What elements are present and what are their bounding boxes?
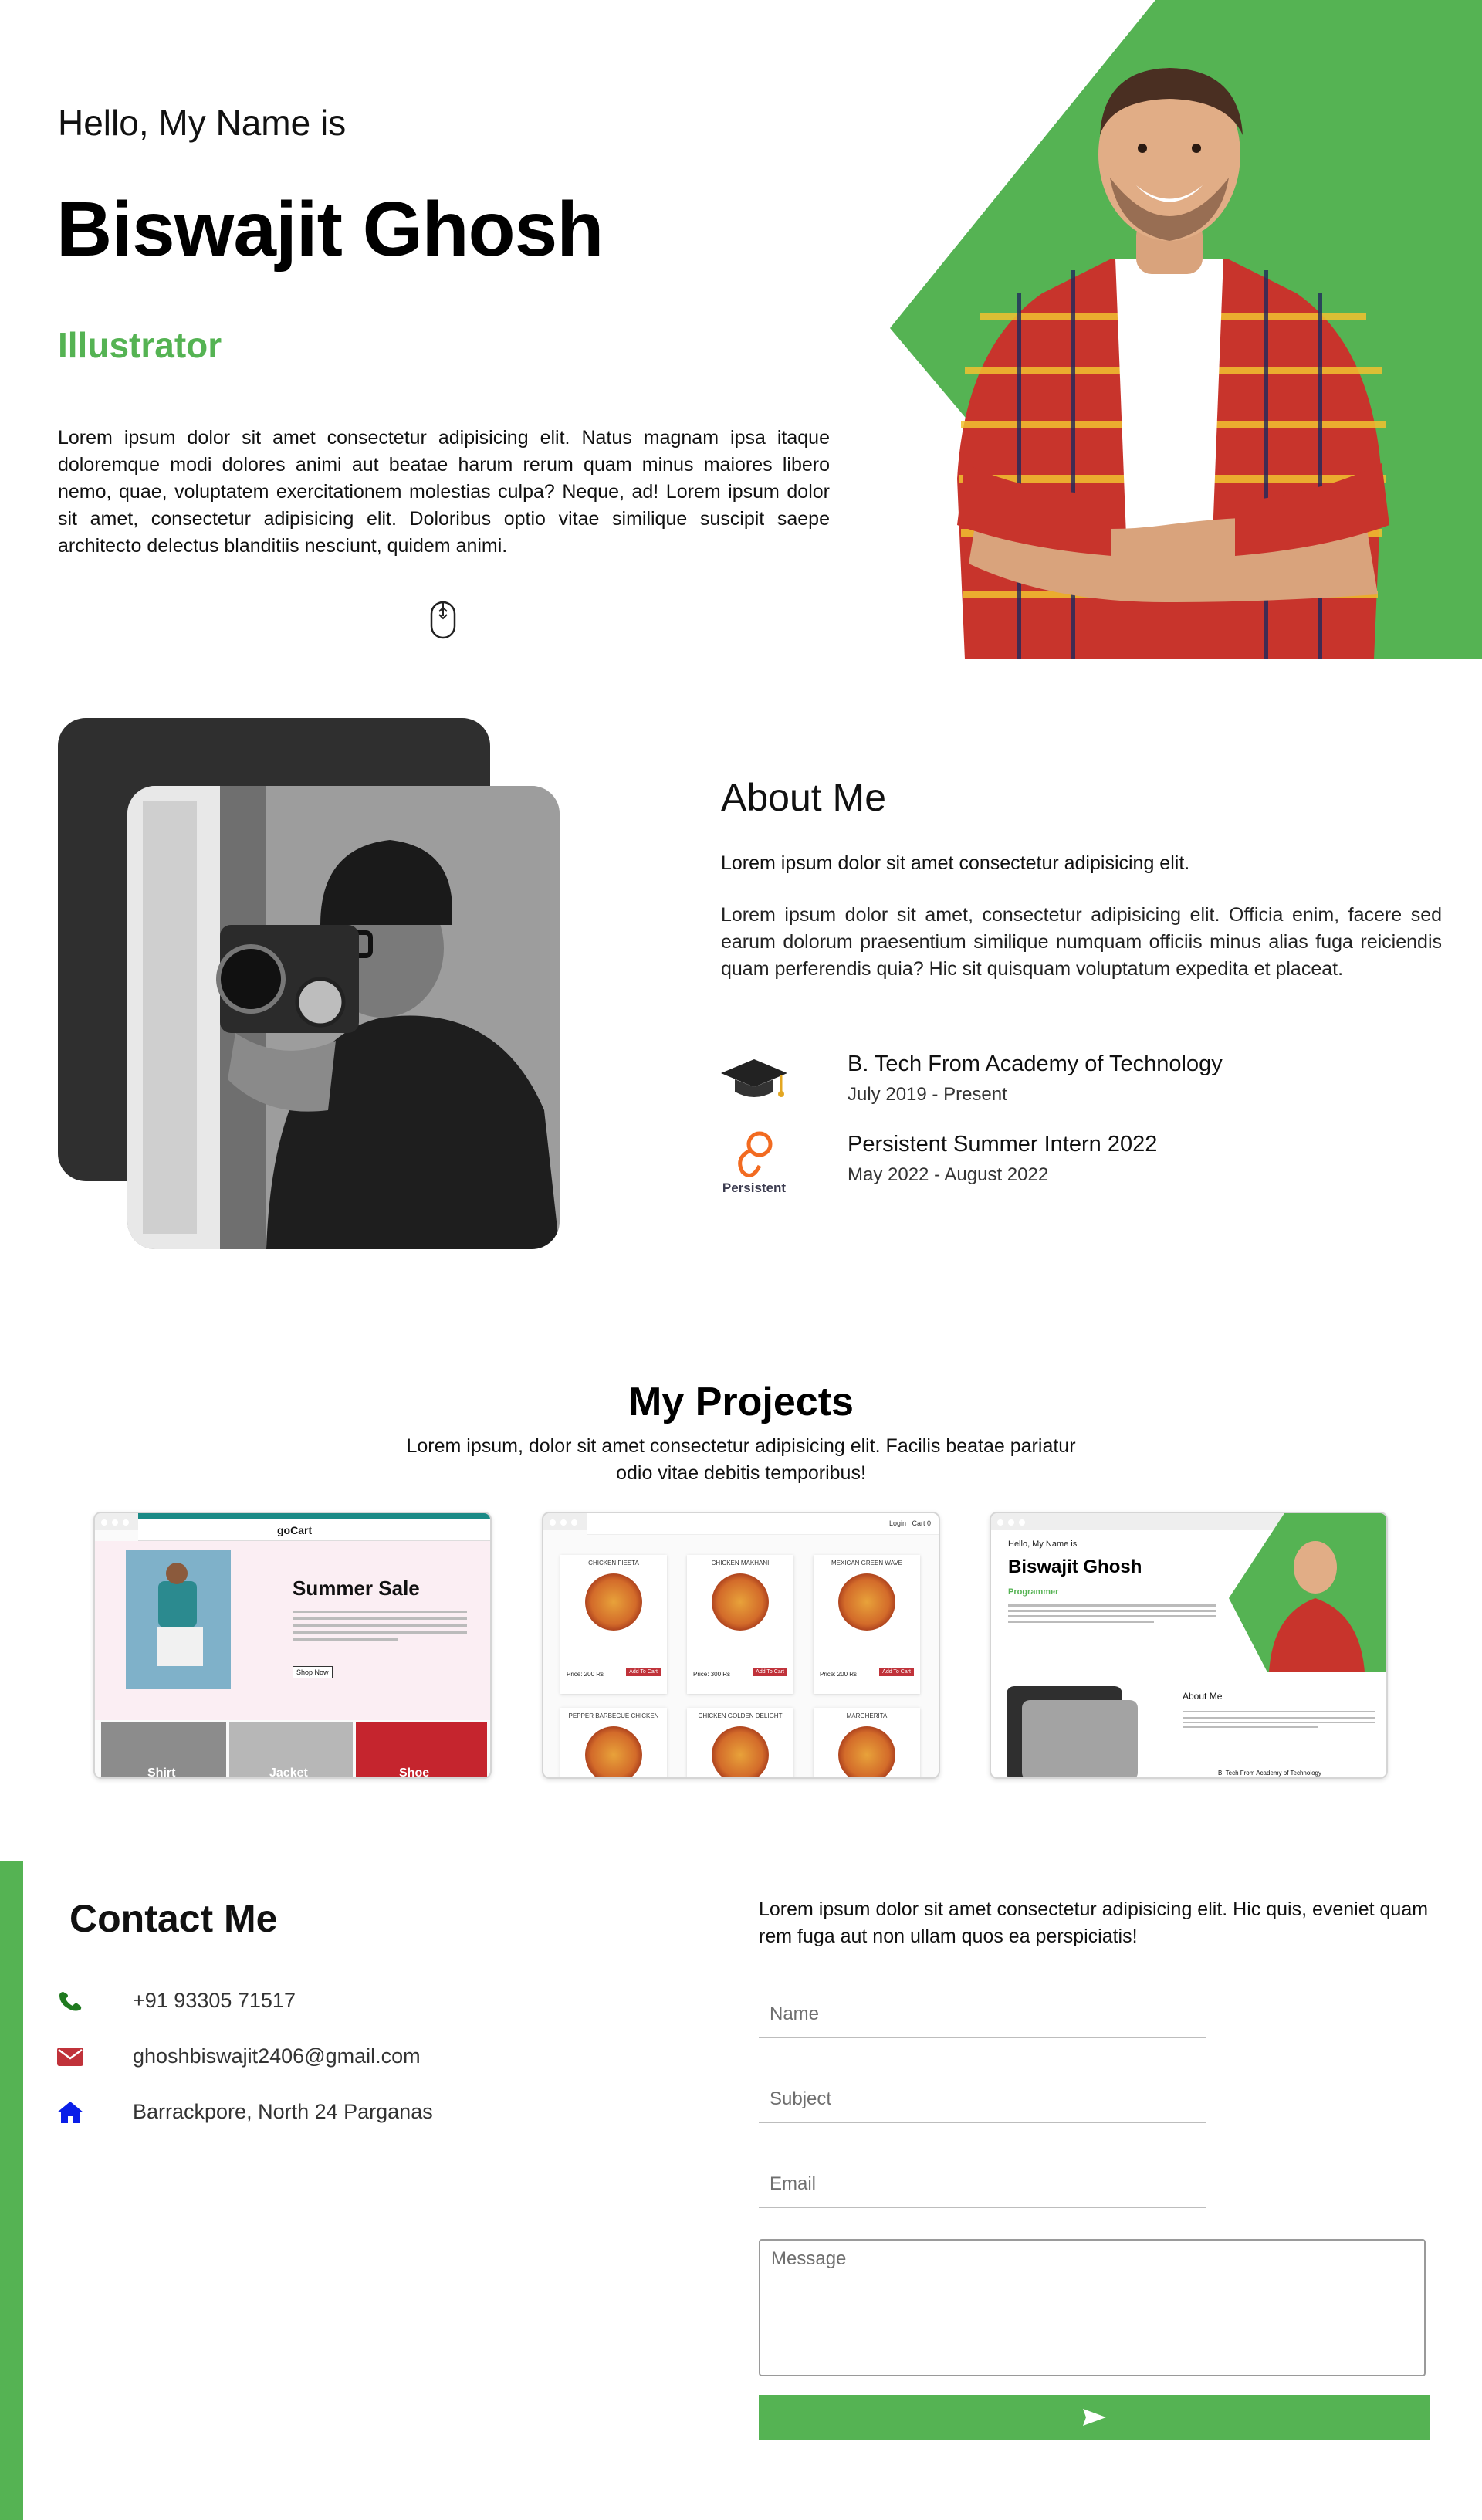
send-button[interactable] [759,2395,1430,2440]
project-card-portfolio[interactable]: Hello, My Name is Biswajit Ghosh Program… [990,1512,1388,1779]
pizza-price: Price: 300 Rs [693,1671,731,1678]
work-date: May 2022 - August 2022 [848,1164,1049,1185]
mouse-scroll-icon[interactable] [429,601,457,639]
persistent-logo-text: Persistent [722,1180,787,1195]
subject-input[interactable] [759,2077,1206,2123]
add-to-cart-button[interactable]: Add To Cart [626,1668,661,1676]
persistent-logo-icon: Persistent [722,1131,787,1195]
hero-section: Hello, My Name is Biswajit Ghosh Illustr… [0,0,1482,659]
about-text: Lorem ipsum dolor sit amet, consectetur … [721,904,1442,980]
projects-subtitle: Lorem ipsum, dolor sit amet consectetur … [406,1435,1076,1484]
add-to-cart-button[interactable]: Add To Cart [879,1668,914,1676]
pizza-item: MEXICAN GREEN WAVE Price: 200 Rs Add To Ca… [814,1555,920,1694]
pizza-price: Price: 200 Rs [567,1671,604,1678]
pizza-item-name: MARGHERITA [846,1712,888,1719]
pizza-item-name: CHICKEN FIESTA [588,1560,639,1567]
education-title: B. Tech From Academy of Technology [848,1052,1223,1076]
contact-phone: +91 93305 71517 [133,1989,296,2012]
pizza-item: PEPPER BARBECUE CHICKEN [560,1708,667,1777]
pizza-image [712,1726,769,1777]
gocart-brand: goCart [277,1524,313,1536]
message-input[interactable] [759,2239,1426,2376]
add-to-cart-button[interactable]: Add To Cart [753,1668,787,1676]
pizza-item: CHICKEN GOLDEN DELIGHT [687,1708,793,1777]
pizza-image [585,1726,642,1777]
education-date: July 2019 - Present [848,1084,1007,1105]
gocart-tile-shirt: Shirt [147,1766,176,1779]
contact-accent-strip [0,1861,23,2520]
hero-bio: Lorem ipsum dolor sit amet consectetur a… [58,427,830,557]
contact-email: ghoshbiswajit2406@gmail.com [133,2044,421,2068]
pizza-item: CHICKEN FIESTA Price: 200 Rs Add To Cart [560,1555,667,1694]
project-card-pizza[interactable]: Login Cart 0 CHICKEN FIESTA Price: 200 Rs… [542,1512,940,1779]
work-title: Persistent Summer Intern 2022 [848,1132,1158,1157]
portfolio-greeting: Hello, My Name is [1008,1539,1078,1549]
hero-role: Illustrator [58,325,222,365]
about-lead: Lorem ipsum dolor sit amet consectetur a… [721,852,1190,874]
pizza-item: MARGHERITA [814,1708,920,1777]
email-input[interactable] [759,2162,1206,2208]
gocart-tile-jacket: Jacket [269,1766,308,1779]
about-photo-image [127,786,560,1249]
portfolio-role: Programmer [1008,1587,1059,1597]
portfolio-edu: B. Tech From Academy of Technology [1218,1770,1321,1777]
pizza-header-links: Login Cart 0 [888,1519,931,1527]
projects-title: My Projects [628,1380,854,1424]
gocart-headline: Summer Sale [293,1577,420,1600]
hero-name: Biswajit Ghosh [56,186,604,273]
pizza-image [585,1573,642,1631]
hero-greeting: Hello, My Name is [58,103,347,143]
pizza-image [838,1573,895,1631]
mail-icon [57,2048,83,2066]
home-icon [57,2102,83,2123]
about-title: About Me [721,776,887,819]
portfolio-about: About Me [1183,1691,1223,1702]
name-input[interactable] [759,1992,1206,2038]
pizza-image [838,1726,895,1777]
hero-portrait-image [957,68,1389,659]
contact-intro: Lorem ipsum dolor sit amet consectetur a… [759,1898,1429,1947]
send-icon [1083,2409,1106,2426]
phone-icon [59,1992,82,2011]
project-card-gocart[interactable]: goCart Summer Sale Shop Now Shirt Jacket… [93,1512,492,1779]
gocart-shop-button[interactable]: Shop Now [293,1666,333,1678]
contact-address: Barrackpore, North 24 Parganas [133,2100,433,2123]
pizza-item-name: CHICKEN MAKHANI [711,1560,770,1567]
pizza-item-name: MEXICAN GREEN WAVE [831,1560,902,1567]
pizza-price: Price: 200 Rs [820,1671,858,1678]
portfolio-headline: Biswajit Ghosh [1008,1556,1142,1577]
pizza-image [712,1573,769,1631]
pizza-item-name: CHICKEN GOLDEN DELIGHT [698,1712,783,1719]
gocart-tile-shoe: Shoe [399,1766,430,1779]
graduation-cap-icon [721,1059,787,1097]
pizza-item-name: PEPPER BARBECUE CHICKEN [568,1712,659,1719]
contact-title: Contact Me [69,1897,278,1940]
pizza-item: CHICKEN MAKHANI Price: 300 Rs Add To Cart [687,1555,793,1694]
